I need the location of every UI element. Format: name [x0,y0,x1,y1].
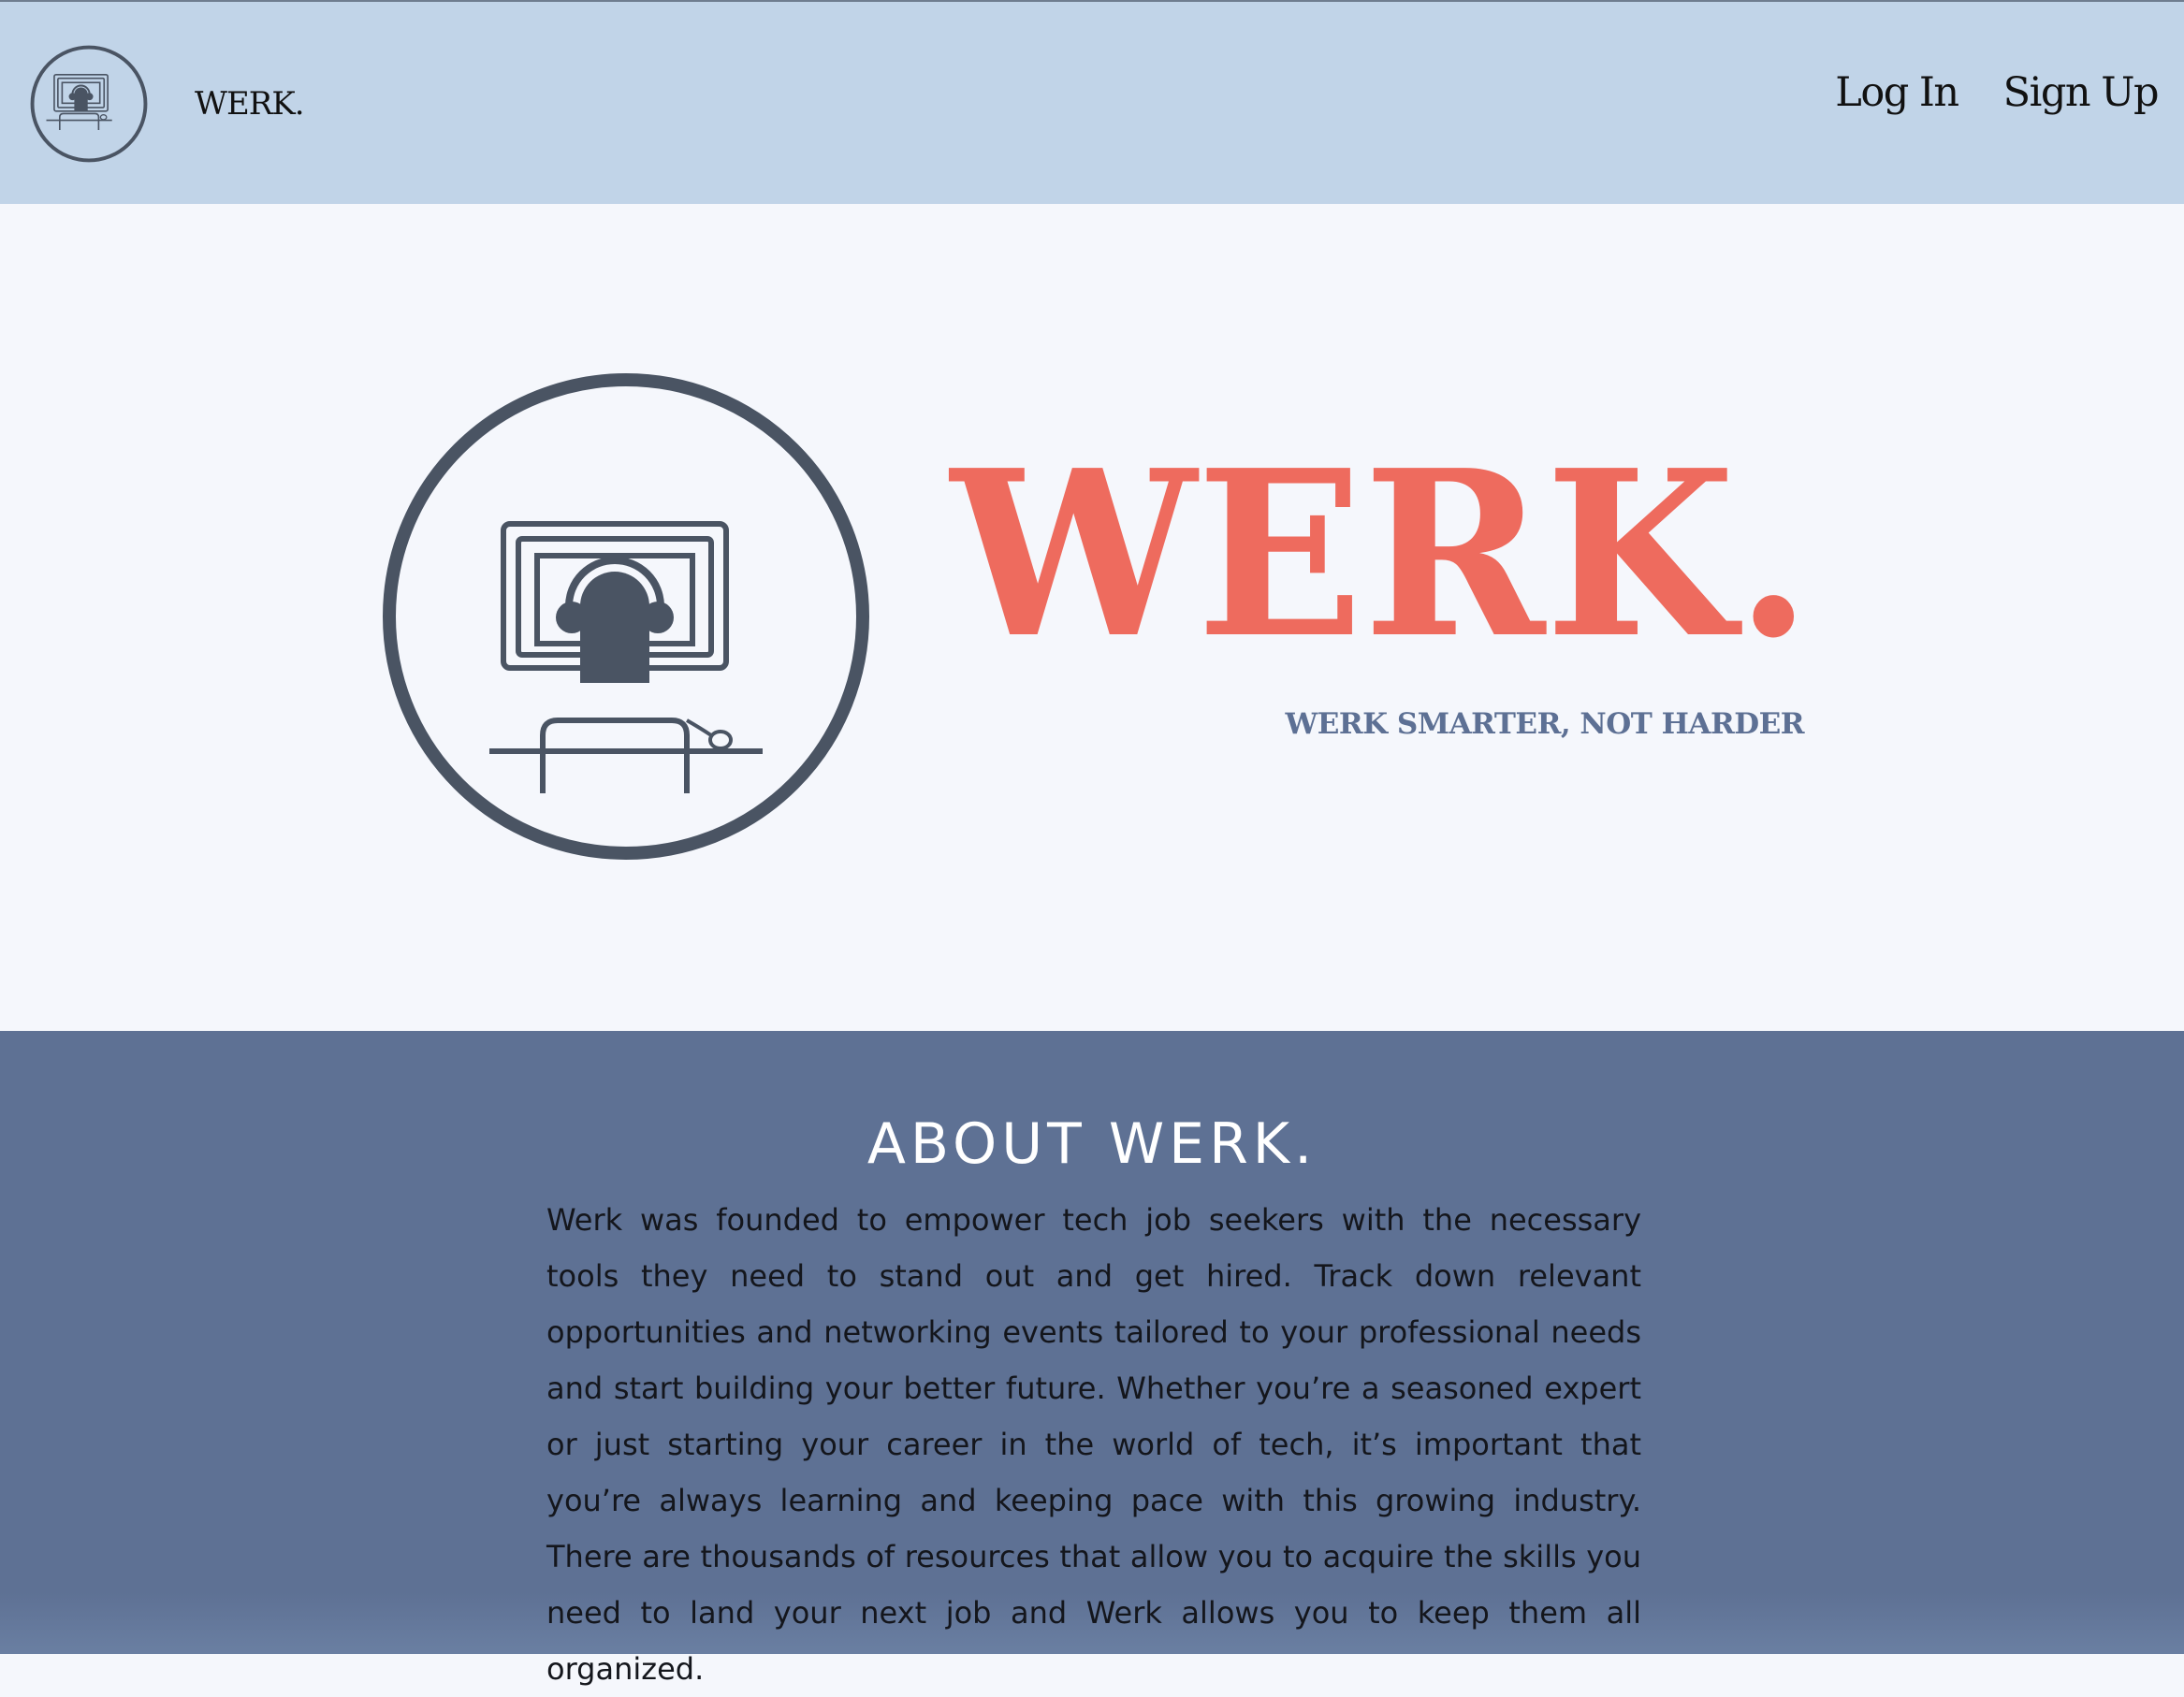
navbar: WERK. Log In Sign Up [0,0,2184,204]
brand-home-link[interactable]: WERK. [28,43,305,165]
about-paragraph: Werk was founded to empower tech job see… [546,1202,1641,1687]
signup-link[interactable]: Sign Up [2003,69,2160,116]
about-section: ABOUT WERK. Werk was founded to empower … [0,1031,2184,1687]
computer-user-icon [30,45,148,163]
hero-title: WERK. [948,420,1812,689]
hero-title-text: WERK. [948,420,1812,689]
nav-links: Log In Sign Up [1835,69,2160,116]
about-title: ABOUT WERK. [866,1111,1318,1177]
brand-name: WERK. [195,85,305,123]
hero-tagline: WERK SMARTER, NOT HARDER [1285,707,1804,741]
login-link[interactable]: Log In [1835,69,1959,116]
hero-section: WERK. WERK SMARTER, NOT HARDER [0,204,2184,1031]
computer-user-icon [383,373,869,860]
